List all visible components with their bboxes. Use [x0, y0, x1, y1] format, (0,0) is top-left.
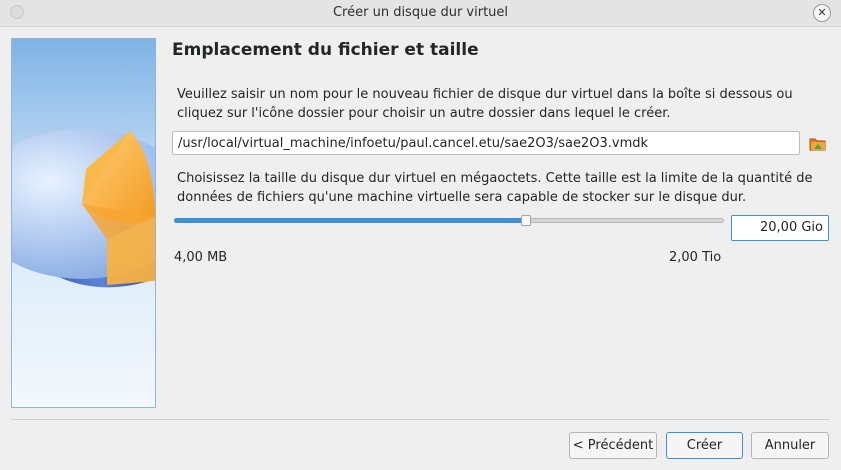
disk-size-input[interactable]: 20,00 Gio	[731, 215, 829, 241]
back-button[interactable]: < Précédent	[569, 432, 657, 459]
size-range-min: 4,00 MB	[174, 250, 228, 265]
file-path-input[interactable]: /usr/local/virtual_machine/infoetu/paul.…	[172, 131, 800, 155]
intro-line-2: cliquez sur l'icône dossier pour choisir…	[177, 106, 671, 121]
folder-icon	[809, 138, 826, 151]
window-title: Créer un disque dur virtuel	[332, 5, 509, 20]
title-bar[interactable]: Créer un disque dur virtuel ✕	[0, 0, 841, 27]
page-heading: Emplacement du fichier et taille	[172, 40, 479, 60]
slider-handle[interactable]	[521, 215, 531, 226]
wizard-disk-image	[11, 38, 156, 408]
create-button[interactable]: Créer	[666, 432, 743, 459]
size-range-max: 2,00 Tio	[669, 250, 722, 265]
size-hint-line-2: données de fichiers qu'une machine virtu…	[177, 190, 747, 205]
disk-size-slider[interactable]	[174, 215, 724, 227]
disk-pie-icon	[12, 39, 155, 407]
intro-line-1: Veuillez saisir un nom pour le nouveau f…	[177, 87, 793, 102]
slider-fill	[174, 218, 525, 223]
close-button[interactable]: ✕	[813, 4, 831, 22]
choose-folder-button[interactable]	[808, 134, 828, 154]
cancel-button[interactable]: Annuler	[751, 432, 829, 459]
button-separator	[11, 419, 830, 420]
size-hint-line-1: Choisissez la taille du disque dur virtu…	[177, 171, 813, 186]
